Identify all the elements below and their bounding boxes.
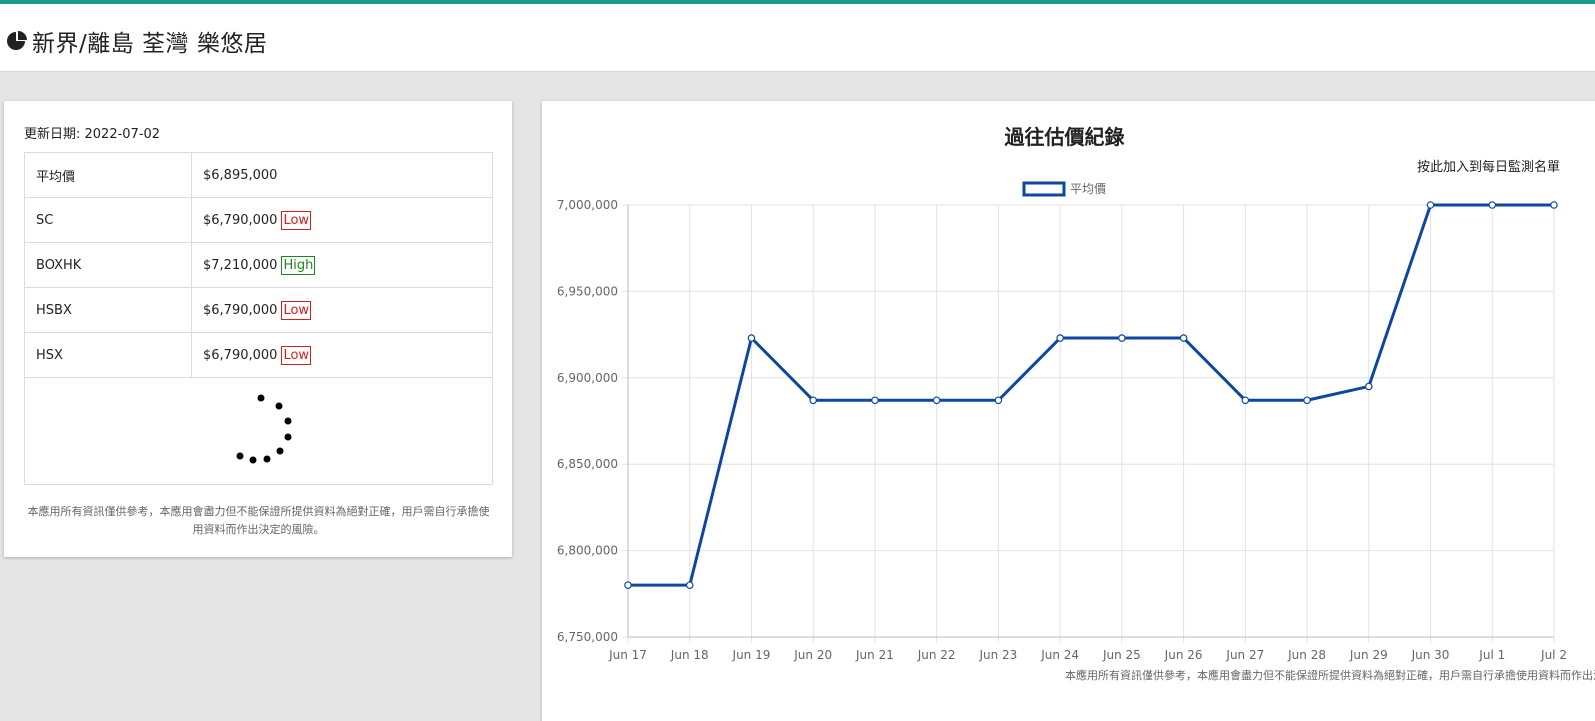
- data-point: [1364, 382, 1373, 391]
- spinner-dot: [257, 394, 265, 402]
- loading-area: [24, 378, 493, 485]
- page-title-text: 新界/離島 荃灣 樂悠居: [32, 31, 268, 57]
- x-tick-label: Jun 24: [1040, 648, 1079, 662]
- price-history-chart: 6,750,000 6,800,000 6,850,000 6,900,000 6,95…: [557, 181, 1567, 662]
- summary-card: 更新日期: 2022-07-02 平均價 $6,895,000 SC $6,790,0…: [4, 101, 512, 557]
- update-date: 更新日期: 2022-07-02: [24, 127, 161, 142]
- source-label: 平均價: [24, 152, 192, 198]
- price-cell: $6,895,000: [191, 152, 493, 198]
- price-table: 平均價 $6,895,000 SC $6,790,000 Low BOXHK $7,210,…: [24, 152, 493, 378]
- source-label: SC: [24, 197, 192, 243]
- low-badge: Low: [281, 210, 312, 230]
- x-tick-label: Jun 21: [855, 648, 894, 662]
- spinner-dot: [284, 433, 292, 441]
- chart-disclaimer-text: 本應用所有資訊僅供參考，本應用會盡力但不能保證所提供資料為絕對正確，用戶需自行承…: [1065, 669, 1595, 682]
- y-tick-label: 6,800,000: [557, 544, 618, 558]
- chart-card: 過往估價紀錄 按此加入到每日監測名單 6,750,000 6,800,000 6,8…: [542, 101, 1595, 721]
- data-point: [624, 581, 632, 589]
- data-point: [1056, 334, 1064, 342]
- data-point: [1303, 396, 1311, 405]
- x-tick-label: Jun 18: [670, 648, 709, 662]
- x-tick-label: Jun 29: [1349, 648, 1388, 662]
- data-point: [1179, 334, 1188, 342]
- x-tick-label: Jun 22: [917, 648, 956, 662]
- x-tick-label: Jun 28: [1287, 648, 1326, 662]
- high-badge: High: [281, 255, 316, 275]
- price-value: $6,790,000: [203, 212, 278, 228]
- data-point: [932, 396, 941, 405]
- data-point: [871, 396, 879, 405]
- price-cell: $6,790,000 Low: [191, 332, 493, 378]
- pie-chart-icon: [7, 31, 27, 50]
- series-line: [628, 203, 1554, 587]
- price-row: HSX $6,790,000 Low: [24, 332, 493, 378]
- price-row: BOXHK $7,210,000 High: [24, 242, 493, 288]
- price-row: HSBX $6,790,000 Low: [24, 287, 493, 333]
- top-bar: 新界/離島 荃灣 樂悠居: [0, 0, 1595, 72]
- source-label: HSBX: [24, 287, 192, 333]
- spinner-dot: [276, 447, 284, 455]
- data-point: [809, 396, 818, 405]
- data-point: [1426, 201, 1435, 209]
- y-tick-label: 6,900,000: [557, 371, 618, 385]
- x-tick-label: Jun 25: [1102, 648, 1141, 662]
- spinner-dot: [249, 456, 257, 464]
- x-tick-label: Jun 23: [978, 648, 1017, 662]
- low-badge: Low: [281, 345, 312, 365]
- data-point: [747, 334, 756, 342]
- spinner-dot: [275, 402, 283, 410]
- y-tick-label: 6,850,000: [557, 457, 618, 471]
- legend-label: 平均價: [1070, 182, 1106, 196]
- legend-swatch: [1022, 181, 1066, 197]
- disclaimer-text: 本應用所有資訊僅供參考，本應用會盡力但不能保證所提供資料為絕對正確，用戶需自行承…: [27, 505, 490, 536]
- x-tick-label: Jul 2: [1540, 648, 1567, 662]
- data-point: [1241, 396, 1250, 405]
- price-cell: $6,790,000 Low: [191, 287, 493, 333]
- price-row: 平均價 $6,895,000: [24, 152, 493, 198]
- price-value: $6,790,000: [203, 302, 278, 318]
- source-label: HSX: [24, 332, 192, 378]
- source-label: BOXHK: [24, 242, 192, 288]
- data-point: [1550, 201, 1558, 209]
- loading-spinner-icon: [236, 394, 292, 464]
- x-tick-label: Jun 26: [1164, 648, 1203, 662]
- spinner-dot: [284, 417, 292, 425]
- data-point: [1118, 334, 1126, 342]
- x-tick-label: Jul 1: [1478, 648, 1505, 662]
- spinner-dot: [236, 452, 244, 460]
- page-title: 新界/離島 荃灣 樂悠居: [6, 24, 267, 58]
- x-tick-label: Jun 17: [608, 648, 647, 662]
- price-value: $6,895,000: [203, 167, 278, 183]
- low-badge: Low: [281, 300, 312, 320]
- x-tick-label: Jun 19: [732, 648, 771, 662]
- price-value: $6,790,000: [203, 347, 278, 363]
- price-cell: $7,210,000 High: [191, 242, 493, 288]
- y-tick-label: 7,000,000: [557, 198, 618, 212]
- y-tick-label: 6,750,000: [557, 630, 618, 644]
- x-tick-label: Jun 30: [1411, 648, 1450, 662]
- price-cell: $6,790,000 Low: [191, 197, 493, 243]
- y-tick-label: 6,950,000: [557, 284, 618, 298]
- data-point: [1488, 201, 1497, 209]
- price-value: $7,210,000: [203, 257, 278, 273]
- price-row: SC $6,790,000 Low: [24, 197, 493, 243]
- x-tick-label: Jun 27: [1225, 648, 1264, 662]
- data-point: [685, 581, 694, 589]
- data-point: [994, 396, 1003, 405]
- x-tick-label: Jun 20: [793, 648, 832, 662]
- spinner-dot: [263, 455, 271, 463]
